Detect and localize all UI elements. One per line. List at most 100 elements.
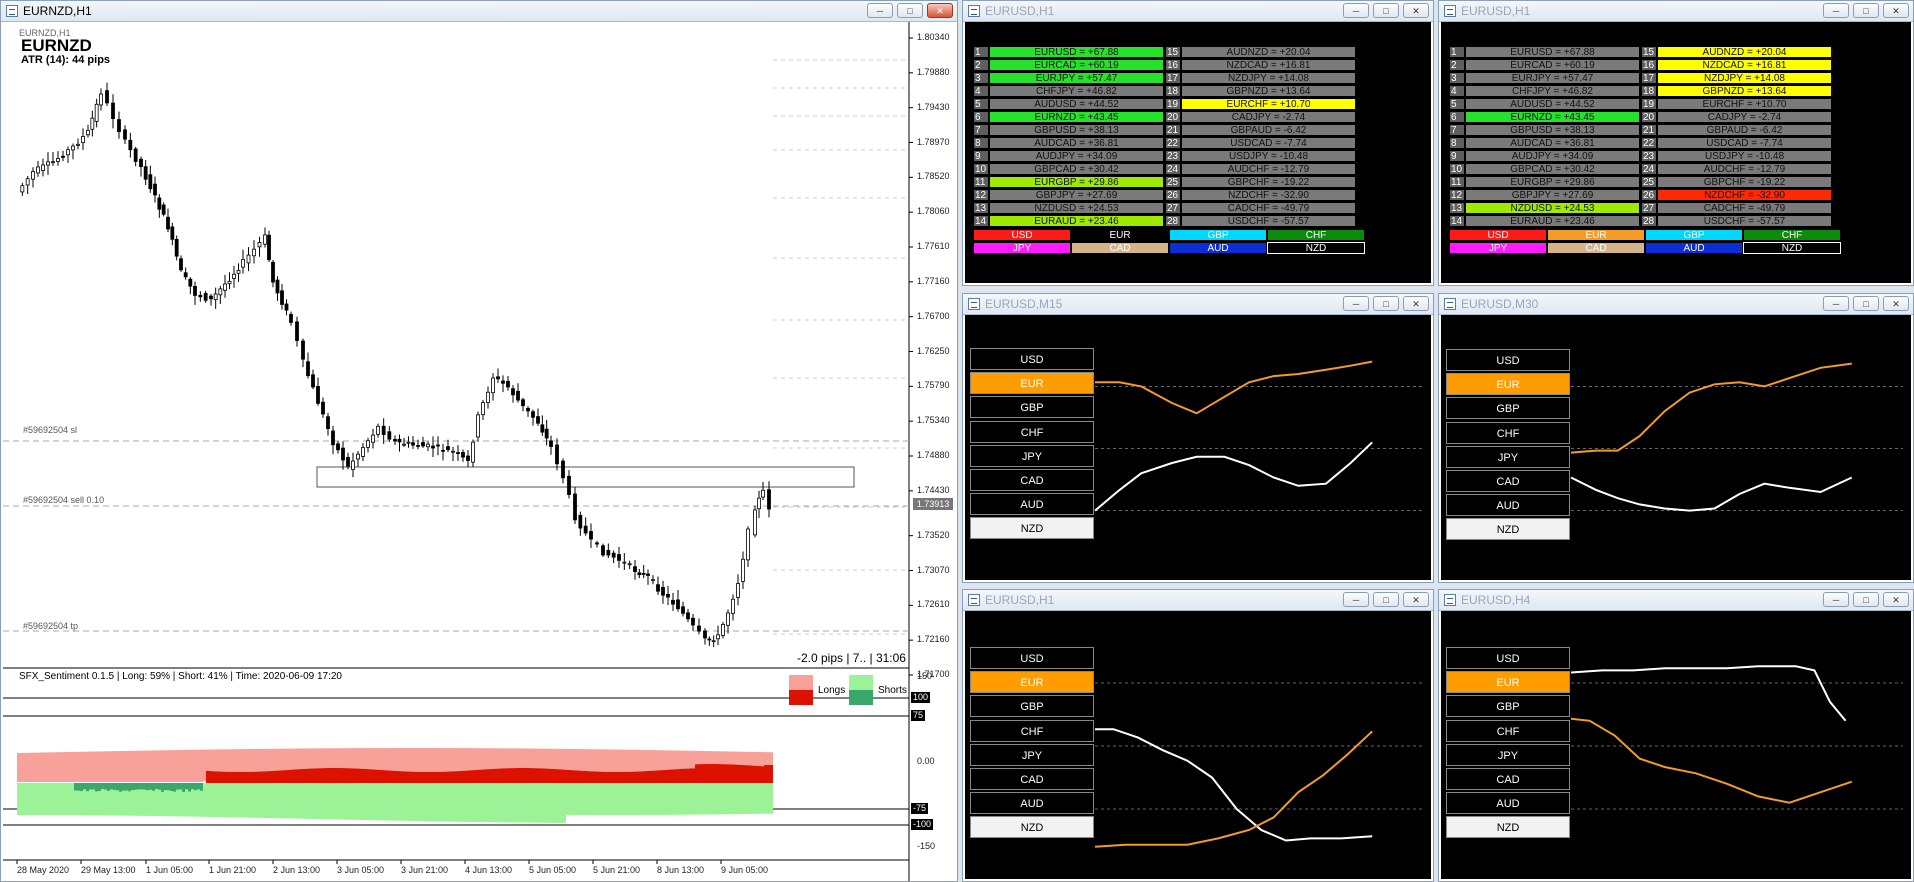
pair-strength: EURCHF = +10.70 [1657,98,1832,110]
minimize-button[interactable]: ─ [867,3,893,18]
currency-button-usd[interactable]: USD [1446,349,1570,371]
rank-number: 11 [973,176,989,188]
currency-button-aud[interactable]: AUD [970,792,1094,815]
currency-button-cad[interactable]: CAD [1446,470,1570,492]
table-titlebar-2[interactable]: EURUSD,H1 ─ □ ✕ [1439,1,1913,22]
main-titlebar[interactable]: EURNZD,H1 ─ □ ✕ [1,1,957,22]
pair-strength: EURUSD = +67.88 [989,46,1164,58]
chart-area[interactable]: EURNZD,H1 EURNZD ATR (14): 44 pips #5969… [3,22,957,881]
atr-label: ATR (14): 44 pips [21,54,111,66]
minimize-button[interactable]: ─ [1343,592,1369,607]
currency-button-nzd[interactable]: NZD [1446,816,1570,839]
currency-button-chf[interactable]: CHF [970,420,1094,443]
currency-button-usd[interactable]: USD [1446,647,1570,669]
currency-button-eur[interactable]: EUR [970,372,1094,395]
maximize-button[interactable]: □ [897,3,923,18]
close-button[interactable]: ✕ [1403,592,1429,607]
minimize-button[interactable]: ─ [1343,3,1369,18]
currency-button-cad[interactable]: CAD [970,768,1094,790]
maximize-button[interactable]: □ [1373,592,1399,607]
strength-titlebar[interactable]: EURUSD,M30 ─ □ ✕ [1439,294,1913,315]
pair-strength: GBPJPY = +27.69 [989,189,1164,201]
minimize-button[interactable]: ─ [1823,3,1849,18]
pair-strength: EURJPY = +57.47 [989,72,1164,84]
currency-button-cad[interactable]: CAD [970,469,1094,491]
pair-strength: NZDJPY = +14.08 [1181,72,1356,84]
strength-chart-area[interactable]: USD EUR GBP CHF JPY CAD AUD NZD [965,611,1431,879]
indicator-level-label: -75 [911,803,929,814]
table-area-1[interactable]: 1 EURUSD = +67.88 15 AUDNZD = +20.04 2 EURCAD… [965,22,1431,283]
pair-strength: GBPAUD = -6.42 [1181,124,1356,136]
currency-button-chf[interactable]: CHF [970,719,1094,742]
maximize-button[interactable]: □ [1853,3,1879,18]
rank-number: 26 [1165,189,1181,201]
currency-button-gbp[interactable]: GBP [970,695,1094,718]
currency-button-gbp[interactable]: GBP [1446,397,1570,420]
rank-number: 24 [1165,163,1181,175]
close-button[interactable]: ✕ [1403,3,1429,18]
currency-button-nzd[interactable]: NZD [970,517,1094,540]
indicator-title: SFX_Sentiment 0.1.5 | Long: 59% | Short:… [19,671,342,682]
strength-chart-window-h1: EURUSD,H1 ─ □ ✕ USD EUR GBP CHF JPY CAD AUD NZD [962,589,1434,882]
close-button[interactable]: ✕ [1883,296,1909,311]
currency-button-jpy[interactable]: JPY [970,444,1094,467]
currency-button-jpy[interactable]: JPY [1446,445,1570,468]
table-row: 11 EURGBP = +29.86 25 GBPCHF = -19.22 [973,176,1365,188]
price-chart[interactable] [3,22,957,881]
table-titlebar-1[interactable]: EURUSD,H1 ─ □ ✕ [963,1,1433,22]
rank-number: 1 [973,46,989,58]
maximize-button[interactable]: □ [1373,3,1399,18]
price-tick-label: 1.74880 [917,450,950,460]
currency-button-usd[interactable]: USD [970,348,1094,370]
currency-button-jpy[interactable]: JPY [1446,743,1570,766]
rank-number: 9 [1449,150,1465,162]
currency-button-eur[interactable]: EUR [970,671,1094,694]
rank-number: 11 [1449,176,1465,188]
currency-button-eur[interactable]: EUR [1446,671,1570,694]
currency-button-chf[interactable]: CHF [1446,719,1570,742]
strength-titlebar[interactable]: EURUSD,H4 ─ □ ✕ [1439,590,1913,611]
strength-chart-area[interactable]: USD EUR GBP CHF JPY CAD AUD NZD [1441,315,1911,580]
maximize-button[interactable]: □ [1853,296,1879,311]
currency-button-gbp[interactable]: GBP [1446,695,1570,718]
strength-chart-area[interactable]: USD EUR GBP CHF JPY CAD AUD NZD [1441,611,1911,879]
close-button[interactable]: ✕ [1883,3,1909,18]
minimize-button[interactable]: ─ [1343,296,1369,311]
currency-button-aud[interactable]: AUD [970,493,1094,516]
minimize-button[interactable]: ─ [1823,592,1849,607]
pair-strength: GBPCAD = +30.42 [989,163,1164,175]
pair-strength: CADJPY = -2.74 [1181,111,1356,123]
strength-chart-area[interactable]: USD EUR GBP CHF JPY CAD AUD NZD [965,315,1431,580]
currency-button-aud[interactable]: AUD [1446,792,1570,815]
zone-rectangle [316,466,855,488]
pair-strength: CADCHF = -49.79 [1657,202,1832,214]
currency-button-chf[interactable]: CHF [1446,421,1570,444]
currency-button-usd[interactable]: USD [970,647,1094,669]
close-button[interactable]: ✕ [927,3,953,18]
maximize-button[interactable]: □ [1373,296,1399,311]
currency-button-aud[interactable]: AUD [1446,494,1570,517]
maximize-button[interactable]: □ [1853,592,1879,607]
pair-strength: GBPCHF = -19.22 [1181,176,1356,188]
currency-button-eur[interactable]: EUR [1446,373,1570,396]
pair-strength: NZDUSD = +24.53 [1465,202,1640,214]
strength-window-title: EURUSD,M15 [985,297,1063,311]
currency-button-nzd[interactable]: NZD [1446,518,1570,541]
minimize-button[interactable]: ─ [1823,296,1849,311]
strength-titlebar[interactable]: EURUSD,H1 ─ □ ✕ [963,590,1433,611]
currency-button-jpy[interactable]: JPY [970,743,1094,766]
strength-window-title: EURUSD,H1 [985,593,1055,607]
close-button[interactable]: ✕ [1883,592,1909,607]
pair-strength: EURGBP = +29.86 [1465,176,1640,188]
currency-button-nzd[interactable]: NZD [970,816,1094,839]
close-button[interactable]: ✕ [1403,296,1429,311]
currency-button-cad[interactable]: CAD [1446,768,1570,790]
pair-strength: NZDCAD = +16.81 [1181,59,1356,71]
chart-window-icon [968,298,980,310]
strength-titlebar[interactable]: EURUSD,M15 ─ □ ✕ [963,294,1433,315]
currency-button-gbp[interactable]: GBP [970,396,1094,419]
rank-number: 15 [1165,46,1181,58]
table-area-2[interactable]: 1 EURUSD = +67.88 15 AUDNZD = +20.04 2 EURCAD… [1441,22,1911,283]
table-row: 4 CHFJPY = +46.82 18 GBPNZD = +13.64 [973,85,1365,97]
time-tick-label: 9 Jun 05:00 [721,865,769,875]
